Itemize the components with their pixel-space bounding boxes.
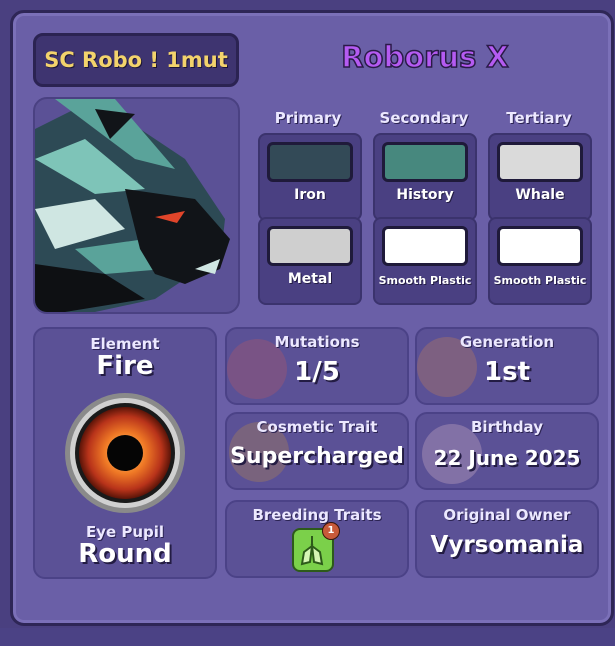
primary-header: Primary <box>274 109 342 127</box>
eye-pupil-value: Round <box>78 539 172 569</box>
swatch-label: Whale <box>515 187 565 203</box>
swatch-color <box>382 226 468 266</box>
swatch-label: Smooth Plastic <box>493 274 587 287</box>
birthday-title: Birthday <box>471 418 543 436</box>
swatch-tertiary-material[interactable]: Smooth Plastic <box>488 217 592 305</box>
eye-icon <box>65 393 185 513</box>
swatch-label: Iron <box>294 187 326 203</box>
generation-panel: Generation 1st <box>415 327 599 405</box>
generation-title: Generation <box>459 333 555 351</box>
swatch-secondary[interactable]: History <box>373 133 477 221</box>
swatch-color <box>267 226 353 266</box>
swatch-color <box>497 142 583 182</box>
swatch-secondary-material[interactable]: Smooth Plastic <box>373 217 477 305</box>
swatch-label: Smooth Plastic <box>378 274 472 287</box>
mutations-value: 1/5 <box>294 357 340 387</box>
cosmetic-trait-panel: Cosmetic Trait Supercharged <box>225 412 409 490</box>
creature-portrait <box>33 97 240 314</box>
element-value: Fire <box>96 351 154 381</box>
swatch-color <box>267 142 353 182</box>
original-owner-panel: Original Owner Vyrsomania <box>415 500 599 578</box>
birthday-value: 22 June 2025 <box>433 446 581 470</box>
creature-nickname[interactable]: SC Robo ! 1mut <box>33 33 239 87</box>
breeding-traits-panel: Breeding Traits 1 <box>225 500 409 578</box>
tertiary-header: Tertiary <box>506 109 572 127</box>
swatch-primary-material[interactable]: Metal <box>258 217 362 305</box>
trait-count-badge: 1 <box>322 522 340 540</box>
cosmetic-trait-value: Supercharged <box>230 444 404 469</box>
swatch-color <box>382 142 468 182</box>
mutations-panel: Mutations 1/5 <box>225 327 409 405</box>
swatch-tertiary[interactable]: Whale <box>488 133 592 221</box>
breeding-traits-title: Breeding Traits <box>252 506 382 524</box>
species-name: Roborus X <box>340 39 509 75</box>
original-owner-title: Original Owner <box>443 506 571 524</box>
breeding-trait-icon[interactable]: 1 <box>292 522 340 572</box>
swatch-color <box>497 226 583 266</box>
birthday-panel: Birthday 22 June 2025 <box>415 412 599 490</box>
swatch-primary[interactable]: Iron <box>258 133 362 221</box>
mutations-title: Mutations <box>274 333 360 351</box>
original-owner-value[interactable]: Vyrsomania <box>417 532 597 558</box>
secondary-header: Secondary <box>379 109 469 127</box>
creature-head-image <box>35 99 230 312</box>
cosmetic-trait-title: Cosmetic Trait <box>256 418 378 436</box>
generation-value: 1st <box>484 357 530 387</box>
color-palette: Primary Secondary Tertiary Iron History … <box>252 97 592 305</box>
swatch-label: History <box>396 187 454 203</box>
element-panel: Element Fire Eye Pupil Round <box>33 327 217 579</box>
bottom-strip <box>0 628 615 646</box>
swatch-label: Metal <box>287 271 333 287</box>
